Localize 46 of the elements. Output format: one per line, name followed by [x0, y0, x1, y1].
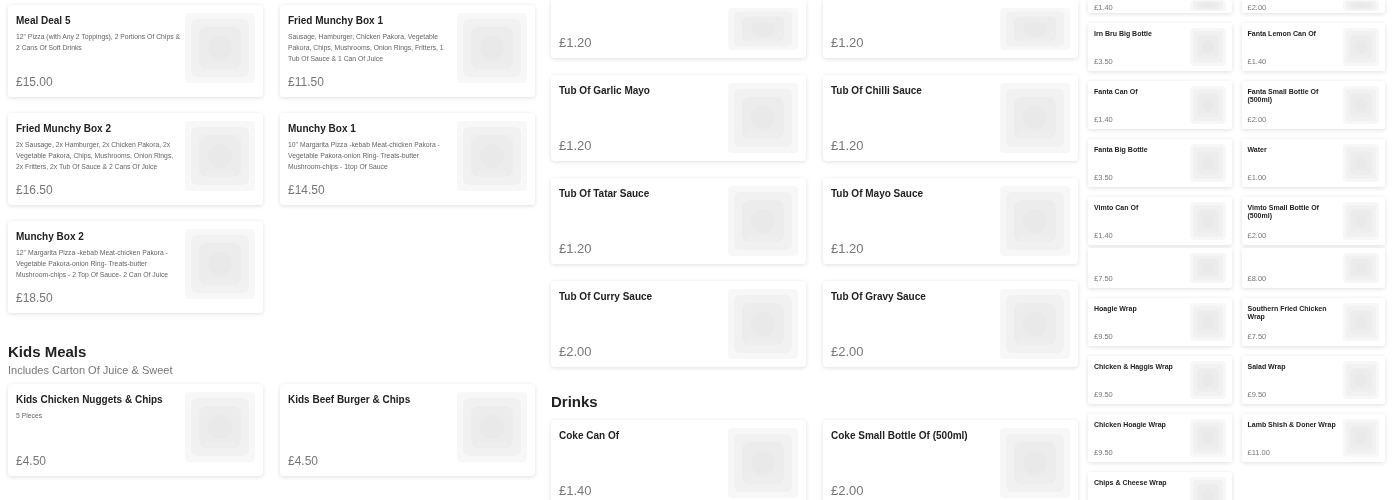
- item-price: £1.20: [831, 138, 865, 153]
- menu-item-card[interactable]: £1.20: [823, 0, 1078, 58]
- item-price: £1.40: [559, 483, 593, 498]
- item-name: Tub Of Mayo Sauce: [831, 188, 925, 199]
- item-name: Tub Of Chilli Sauce: [831, 85, 923, 96]
- section-title: Kids Meals: [8, 343, 88, 360]
- item-price: £14.50: [288, 183, 326, 197]
- item-price: £18.50: [16, 291, 54, 305]
- item-price: £11.50: [288, 75, 325, 89]
- section-subtitle: Includes Carton Of Juice & Sweet: [8, 364, 174, 376]
- item-price: £4.50: [16, 454, 48, 468]
- item-price: £2.00: [831, 344, 865, 359]
- item-name: Kids Beef Burger & Chips: [288, 394, 412, 405]
- menu-item-card[interactable]: Tub Of Mayo Sauce £1.20: [823, 178, 1078, 264]
- menu-item-card[interactable]: £1.20: [551, 0, 806, 58]
- item-name: Meal Deal 5: [16, 15, 72, 26]
- item-name: Tub Of Curry Sauce: [559, 291, 654, 302]
- item-name: Fried Munchy Box 2: [16, 123, 112, 134]
- item-price: £1.20: [831, 35, 865, 50]
- item-name: Coke Small Bottle Of (500ml): [831, 430, 969, 441]
- menu-item-card[interactable]: Coke Small Bottle Of (500ml) £2.00: [823, 420, 1078, 500]
- menu-item-card[interactable]: Tub Of Curry Sauce £2.00: [551, 281, 806, 367]
- item-price: £2.00: [831, 483, 865, 498]
- item-name: Kids Chicken Nuggets & Chips: [16, 394, 164, 405]
- menu-item-card[interactable]: Tub Of Gravy Sauce £2.00: [823, 281, 1078, 367]
- item-name: Munchy Box 2: [16, 231, 85, 242]
- item-name: Tub Of Garlic Mayo: [559, 85, 651, 96]
- item-price: £15.00: [16, 75, 54, 89]
- item-name: Munchy Box 1: [288, 123, 357, 134]
- item-price: £1.20: [559, 241, 593, 256]
- item-price: £16.50: [16, 183, 54, 197]
- item-price: £2.00: [559, 344, 593, 359]
- menu-item-card[interactable]: Tub Of Chilli Sauce £1.20: [823, 75, 1078, 161]
- item-name: Tub Of Gravy Sauce: [831, 291, 927, 302]
- item-price: £1.20: [559, 138, 593, 153]
- item-price: £1.20: [831, 241, 865, 256]
- section-title: Drinks: [551, 393, 599, 410]
- item-price: £4.50: [288, 454, 320, 468]
- item-price: £1.20: [559, 35, 593, 50]
- menu-item-card[interactable]: Kids Beef Burger & Chips £4.50: [280, 384, 535, 476]
- menu-item-card[interactable]: Coke Can Of £1.40: [551, 420, 806, 500]
- menu-item-card[interactable]: Tub Of Tatar Sauce £1.20: [551, 178, 806, 264]
- item-name: Fried Munchy Box 1: [288, 15, 384, 26]
- item-name: Coke Can Of: [559, 430, 620, 441]
- item-name: Tub Of Tatar Sauce: [559, 188, 651, 199]
- menu-item-card[interactable]: Tub Of Garlic Mayo £1.20: [551, 75, 806, 161]
